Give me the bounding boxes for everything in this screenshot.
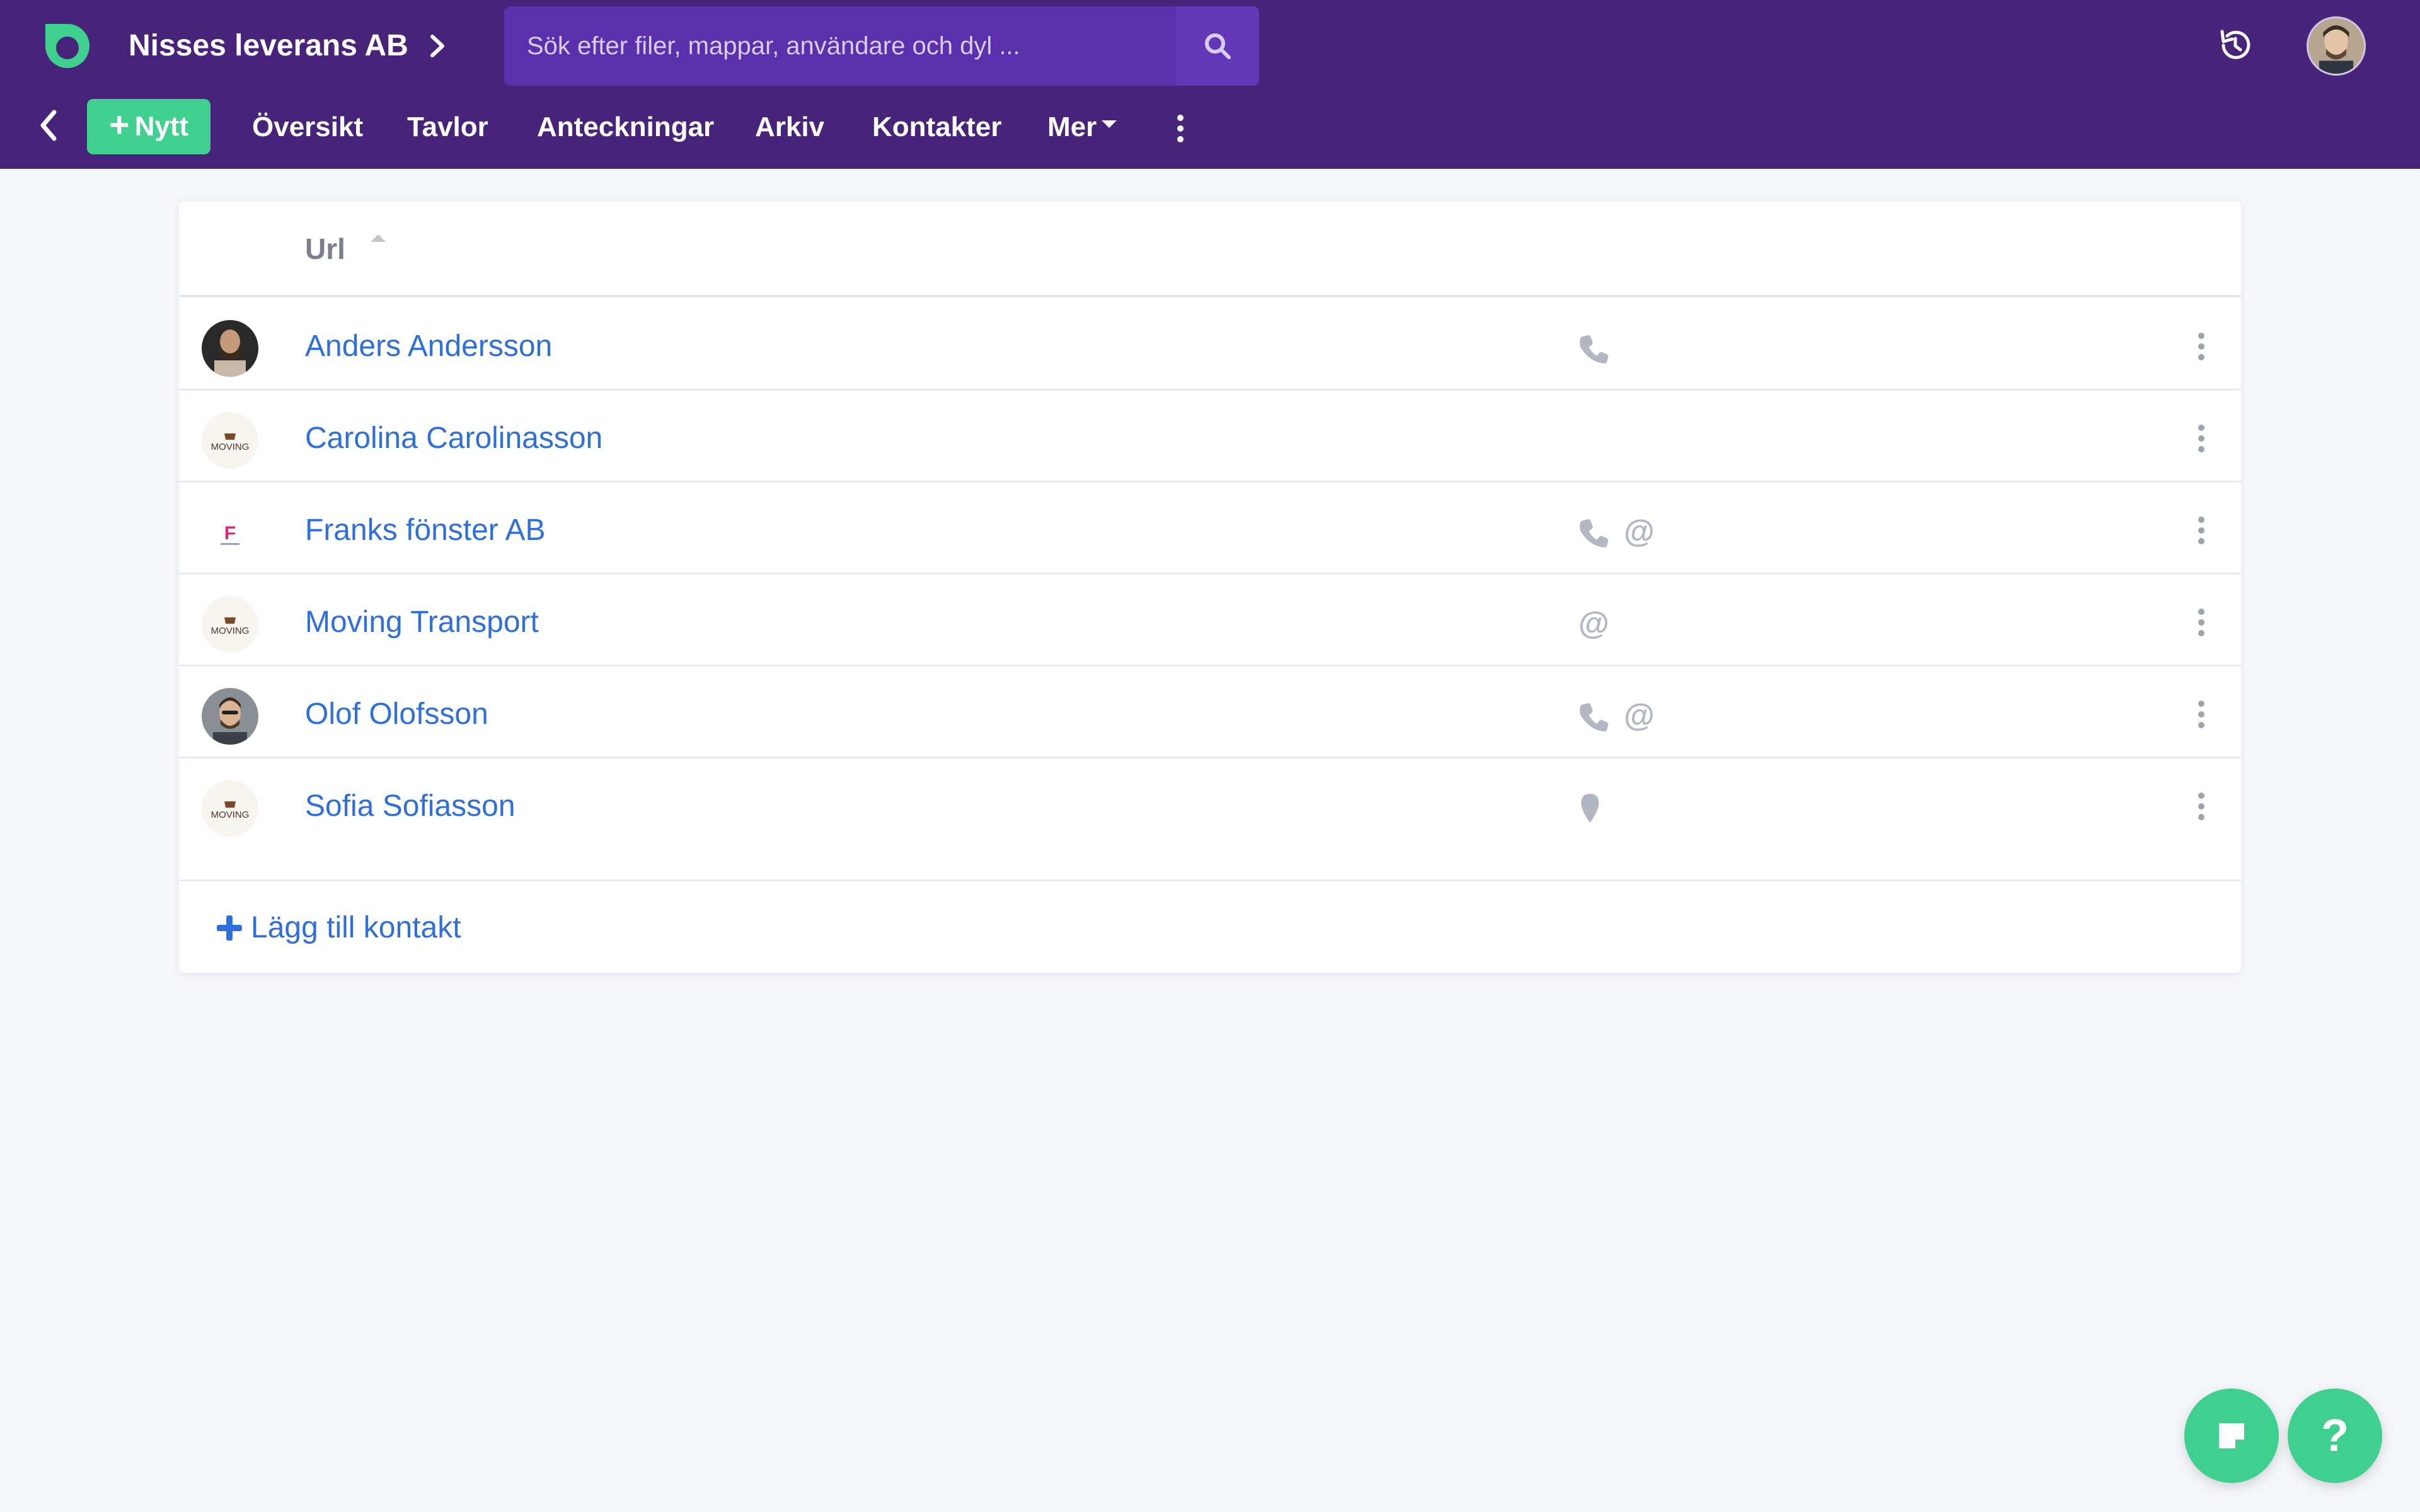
svg-text:@: @	[1624, 699, 1655, 733]
new-button-label: Nytt	[134, 111, 189, 142]
user-avatar-image	[2308, 18, 2364, 74]
table-row[interactable]: Anders Andersson	[179, 297, 2241, 391]
at-icon[interactable]: @	[1622, 699, 1656, 733]
phone-icon[interactable]	[1577, 699, 1611, 733]
table-row[interactable]: MOVING Moving Transport @	[179, 573, 2241, 667]
tab-tavlor[interactable]: Tavlor	[407, 107, 488, 147]
new-button[interactable]: + Nytt	[87, 99, 210, 154]
row-options-icon[interactable]	[2196, 423, 2207, 454]
column-header-url[interactable]: Url	[305, 228, 345, 270]
moving-logo-text: MOVING	[211, 626, 250, 636]
table-header: Url	[179, 202, 2241, 297]
add-contact-button[interactable]: Lägg till kontakt	[214, 906, 461, 950]
contact-name[interactable]: Olof Olofsson	[305, 693, 488, 736]
tab-anteckningar[interactable]: Anteckningar	[537, 107, 714, 147]
franks-logo-text: F	[224, 523, 236, 544]
more-options-icon[interactable]	[1173, 113, 1187, 144]
help-icon: ?	[2321, 1411, 2349, 1461]
table-row[interactable]: F Franks fönster AB @	[179, 481, 2241, 575]
row-options-icon[interactable]	[2196, 791, 2207, 822]
plus-icon: +	[108, 105, 130, 144]
at-icon[interactable]: @	[1622, 515, 1656, 549]
contact-avatar: MOVING	[202, 596, 258, 653]
phone-icon[interactable]	[1577, 331, 1611, 365]
row-options-icon[interactable]	[2196, 699, 2207, 730]
svg-text:@: @	[1579, 607, 1610, 641]
search-bar	[504, 6, 1259, 86]
divider	[179, 879, 2241, 881]
chevron-right-icon[interactable]	[426, 33, 449, 59]
top-header: Nisses leverans AB + Nytt Översikt	[0, 0, 2420, 169]
contact-avatar: F	[202, 504, 258, 561]
app-logo-icon[interactable]	[39, 18, 96, 74]
user-avatar[interactable]	[2307, 16, 2366, 76]
contact-name[interactable]: Anders Andersson	[305, 325, 552, 368]
table-row[interactable]: MOVING Sofia Sofiasson	[179, 757, 2241, 849]
row-options-icon[interactable]	[2196, 331, 2207, 362]
sort-ascending-icon[interactable]	[369, 233, 387, 243]
contact-avatar	[202, 320, 258, 377]
organization-name[interactable]: Nisses leverans AB	[129, 24, 408, 68]
moving-logo-text: MOVING	[211, 810, 250, 820]
back-arrow-icon[interactable]	[38, 108, 59, 142]
help-fab-button[interactable]: ?	[2288, 1389, 2382, 1483]
contacts-card: Url Anders Andersson MOVING Carolina Car…	[179, 202, 2241, 973]
contact-avatar: MOVING	[202, 780, 258, 837]
plus-icon	[217, 915, 242, 941]
more-label: Mer	[1047, 112, 1097, 142]
contact-name[interactable]: Moving Transport	[305, 601, 539, 644]
sticky-note-icon	[2219, 1423, 2244, 1448]
contact-name[interactable]: Sofia Sofiasson	[305, 785, 516, 828]
map-pin-icon[interactable]	[1573, 791, 1607, 825]
caret-down-icon	[1102, 120, 1117, 129]
search-input[interactable]	[504, 6, 1178, 86]
search-icon	[1205, 33, 1231, 59]
tab-arkiv[interactable]: Arkiv	[755, 107, 824, 147]
table-row[interactable]: Olof Olofsson @	[179, 665, 2241, 759]
contact-avatar: MOVING	[202, 412, 258, 469]
at-icon[interactable]: @	[1577, 607, 1611, 641]
history-icon[interactable]	[2216, 26, 2254, 64]
notes-fab-button[interactable]	[2184, 1389, 2279, 1483]
table-row[interactable]: MOVING Carolina Carolinasson	[179, 389, 2241, 483]
add-contact-label: Lägg till kontakt	[251, 911, 461, 944]
tab-more-dropdown[interactable]: Mer	[1047, 107, 1117, 147]
moving-logo-text: MOVING	[211, 442, 250, 452]
tab-kontakter[interactable]: Kontakter	[872, 107, 1001, 147]
tab-oversikt[interactable]: Översikt	[252, 107, 363, 147]
search-button[interactable]	[1176, 6, 1259, 86]
row-options-icon[interactable]	[2196, 607, 2207, 638]
svg-text:@: @	[1624, 515, 1655, 549]
phone-icon[interactable]	[1577, 515, 1611, 549]
row-options-icon[interactable]	[2196, 515, 2207, 546]
contact-avatar	[202, 688, 258, 745]
contact-name[interactable]: Franks fönster AB	[305, 509, 546, 552]
contact-name[interactable]: Carolina Carolinasson	[305, 417, 602, 460]
